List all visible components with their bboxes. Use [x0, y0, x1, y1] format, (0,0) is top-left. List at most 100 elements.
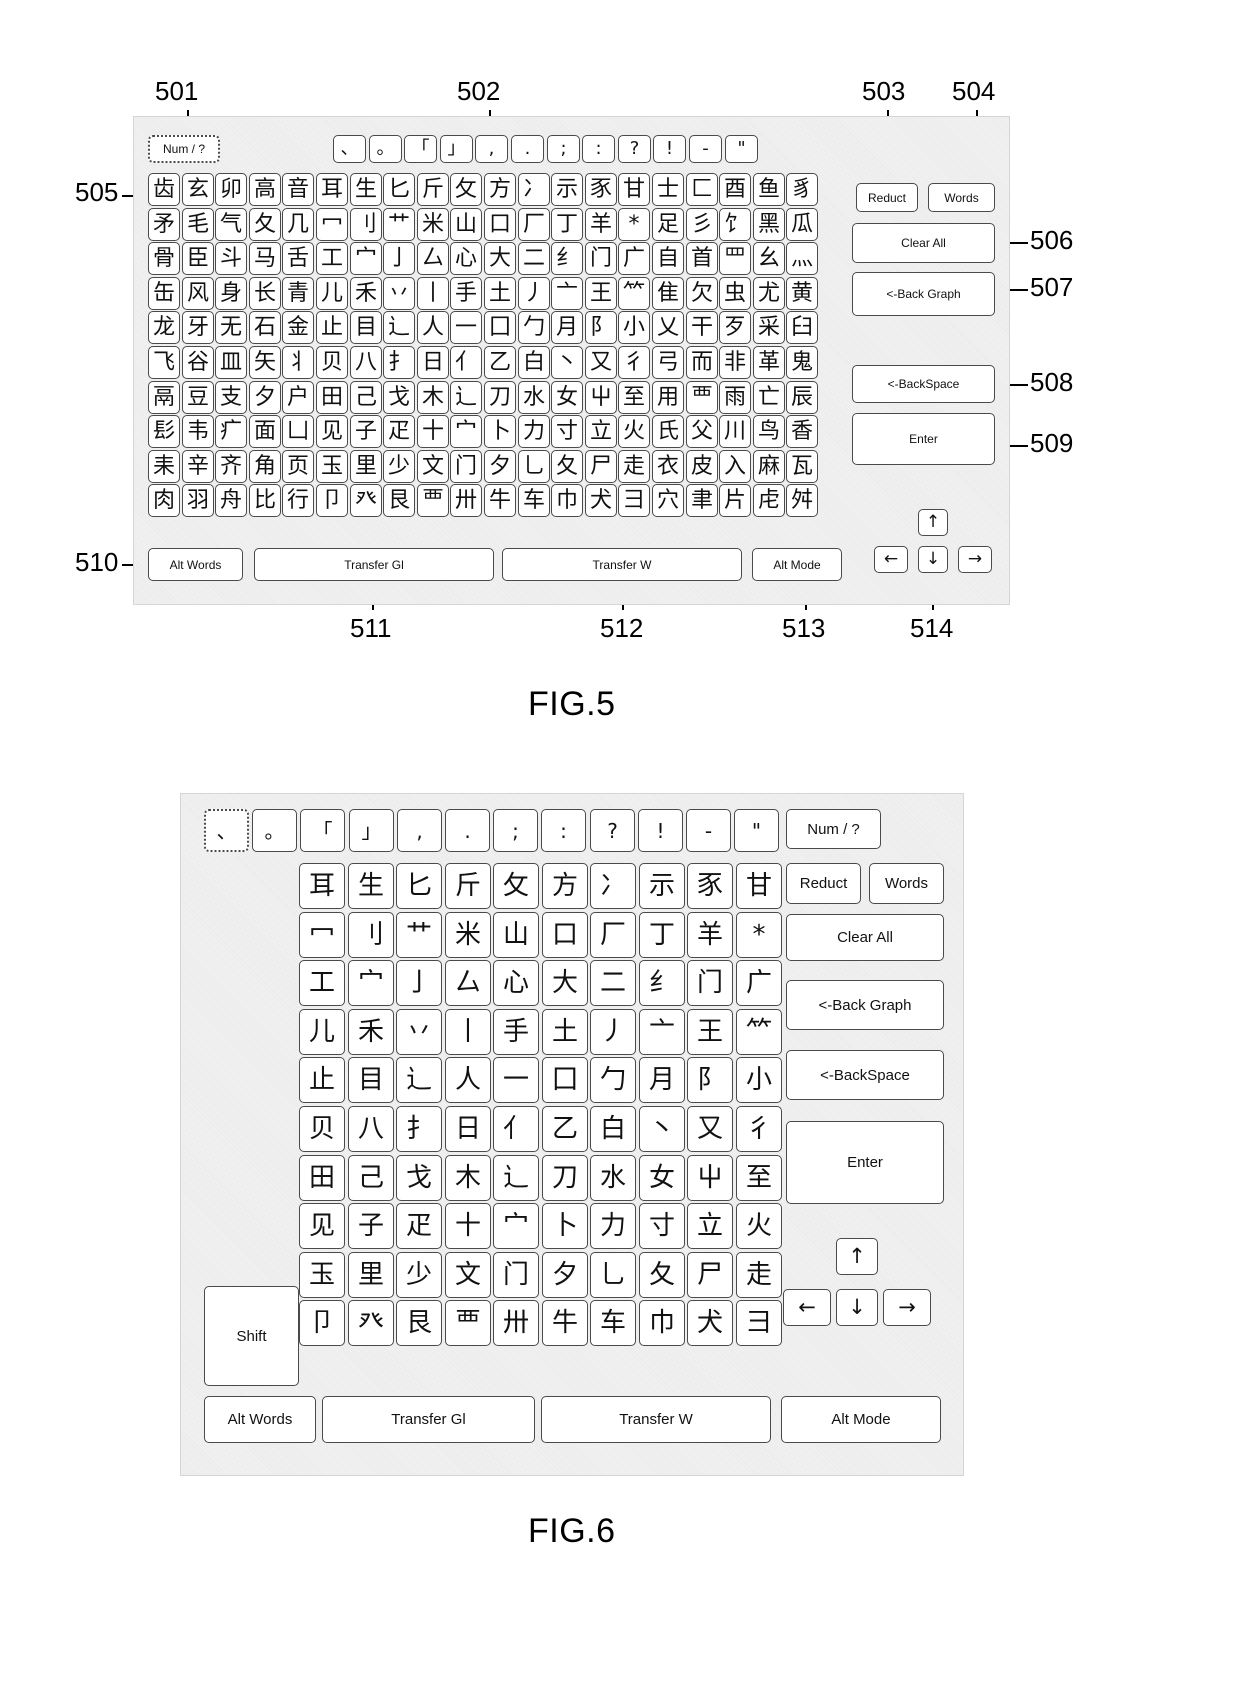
fig6-radical-key-r2-c5[interactable]: 大	[542, 960, 588, 1006]
radical-key-r7-c0[interactable]: 髟	[148, 415, 180, 448]
fig6-radical-key-r6-c8[interactable]: 屮	[687, 1155, 733, 1201]
reduct-button[interactable]: Reduct	[856, 183, 918, 212]
punctuation-key-0[interactable]: 、	[333, 135, 366, 163]
fig6-radical-key-r2-c9[interactable]: 广	[736, 960, 782, 1006]
radical-key-r8-c1[interactable]: 辛	[182, 450, 214, 483]
fig6-radical-key-r9-c1[interactable]: 癶	[348, 1300, 394, 1346]
fig6-radical-key-r7-c7[interactable]: 寸	[639, 1203, 685, 1249]
radical-key-r8-c9[interactable]: 门	[450, 450, 482, 483]
radical-key-r7-c14[interactable]: 火	[618, 415, 650, 448]
radical-key-r5-c9[interactable]: 亻	[450, 346, 482, 379]
fig6-punctuation-key-10[interactable]: -	[686, 809, 731, 852]
radical-key-r4-c18[interactable]: 采	[753, 311, 785, 344]
fig6-radical-key-r9-c8[interactable]: 犬	[687, 1300, 733, 1346]
radical-key-r4-c13[interactable]: 阝	[585, 311, 617, 344]
fig6-clear-all-button[interactable]: Clear All	[786, 914, 944, 961]
punctuation-key-11[interactable]: "	[725, 135, 758, 163]
fig6-radical-key-r9-c4[interactable]: 卅	[493, 1300, 539, 1346]
fig6-radical-key-r4-c9[interactable]: 小	[736, 1057, 782, 1103]
fig6-radical-key-r7-c0[interactable]: 见	[299, 1203, 345, 1249]
fig6-radical-key-r7-c4[interactable]: 宀	[493, 1203, 539, 1249]
radical-key-r3-c7[interactable]: 丷	[383, 277, 415, 310]
radical-key-r5-c4[interactable]: 丬	[282, 346, 314, 379]
radical-key-r9-c14[interactable]: 彐	[618, 484, 650, 517]
punctuation-key-7[interactable]: :	[582, 135, 615, 163]
radical-key-r4-c11[interactable]: 勹	[518, 311, 550, 344]
radical-key-r7-c5[interactable]: 见	[316, 415, 348, 448]
radical-key-r7-c15[interactable]: 氏	[652, 415, 684, 448]
fig6-radical-key-r4-c7[interactable]: 月	[639, 1057, 685, 1103]
radical-key-r0-c0[interactable]: 齿	[148, 173, 180, 206]
radical-key-r3-c18[interactable]: 尤	[753, 277, 785, 310]
punctuation-key-6[interactable]: ;	[547, 135, 580, 163]
fig6-radical-key-r5-c7[interactable]: 丶	[639, 1106, 685, 1152]
radical-key-r0-c9[interactable]: 攵	[450, 173, 482, 206]
fig6-punctuation-key-11[interactable]: "	[734, 809, 779, 852]
radical-key-r2-c11[interactable]: 二	[518, 242, 550, 275]
fig6-back-graph-button[interactable]: <-Back Graph	[786, 980, 944, 1030]
radical-key-r9-c0[interactable]: 肉	[148, 484, 180, 517]
radical-key-r8-c6[interactable]: 里	[350, 450, 382, 483]
fig6-radical-key-r4-c1[interactable]: 目	[348, 1057, 394, 1103]
radical-key-r2-c19[interactable]: 灬	[786, 242, 818, 275]
radical-key-r6-c15[interactable]: 用	[652, 381, 684, 414]
radical-key-r3-c17[interactable]: 虫	[719, 277, 751, 310]
radical-key-r7-c2[interactable]: 疒	[215, 415, 247, 448]
radical-key-r8-c18[interactable]: 麻	[753, 450, 785, 483]
radical-key-r1-c14[interactable]: *	[618, 208, 650, 241]
fig6-punctuation-key-4[interactable]: ,	[397, 809, 442, 852]
radical-key-r4-c12[interactable]: 月	[551, 311, 583, 344]
radical-key-r0-c8[interactable]: 斤	[417, 173, 449, 206]
fig6-radical-key-r3-c9[interactable]: 𥫗	[736, 1009, 782, 1055]
fig6-radical-key-r2-c7[interactable]: 纟	[639, 960, 685, 1006]
radical-key-r4-c8[interactable]: 人	[417, 311, 449, 344]
radical-key-r0-c14[interactable]: 甘	[618, 173, 650, 206]
radical-key-r8-c17[interactable]: 入	[719, 450, 751, 483]
fig6-transfer-gl-button[interactable]: Transfer Gl	[322, 1396, 535, 1443]
fig6-punctuation-key-5[interactable]: .	[445, 809, 490, 852]
radical-key-r9-c7[interactable]: 艮	[383, 484, 415, 517]
radical-key-r0-c2[interactable]: 卯	[215, 173, 247, 206]
punctuation-key-10[interactable]: -	[689, 135, 722, 163]
radical-key-r6-c5[interactable]: 田	[316, 381, 348, 414]
fig6-radical-key-r3-c6[interactable]: 丿	[590, 1009, 636, 1055]
alt-words-button[interactable]: Alt Words	[148, 548, 243, 581]
radical-key-r0-c17[interactable]: 酉	[719, 173, 751, 206]
radical-key-r7-c8[interactable]: 十	[417, 415, 449, 448]
punctuation-key-3[interactable]: 」	[440, 135, 473, 163]
fig6-radical-key-r5-c3[interactable]: 日	[445, 1106, 491, 1152]
radical-key-r0-c1[interactable]: 玄	[182, 173, 214, 206]
radical-key-r3-c0[interactable]: 缶	[148, 277, 180, 310]
radical-key-r7-c13[interactable]: 立	[585, 415, 617, 448]
radical-key-r5-c18[interactable]: 革	[753, 346, 785, 379]
radical-key-r5-c15[interactable]: 弓	[652, 346, 684, 379]
fig6-arrow-down-key[interactable]: ↓	[836, 1289, 878, 1326]
radical-key-r6-c12[interactable]: 女	[551, 381, 583, 414]
radical-key-r0-c18[interactable]: 鱼	[753, 173, 785, 206]
fig6-radical-key-r3-c2[interactable]: 丷	[396, 1009, 442, 1055]
radical-key-r8-c8[interactable]: 文	[417, 450, 449, 483]
fig6-radical-key-r8-c9[interactable]: 走	[736, 1252, 782, 1298]
fig6-radical-key-r2-c2[interactable]: 亅	[396, 960, 442, 1006]
radical-key-r0-c11[interactable]: 冫	[518, 173, 550, 206]
radical-key-r1-c7[interactable]: 艹	[383, 208, 415, 241]
fig6-radical-key-r8-c3[interactable]: 文	[445, 1252, 491, 1298]
radical-key-r1-c16[interactable]: 彡	[686, 208, 718, 241]
fig6-radical-key-r2-c3[interactable]: 厶	[445, 960, 491, 1006]
fig6-radical-key-r5-c0[interactable]: 贝	[299, 1106, 345, 1152]
radical-key-r4-c10[interactable]: 囗	[484, 311, 516, 344]
fig6-radical-key-r2-c0[interactable]: 工	[299, 960, 345, 1006]
fig6-punctuation-key-7[interactable]: :	[541, 809, 586, 852]
fig6-radical-key-r3-c4[interactable]: 手	[493, 1009, 539, 1055]
fig6-radical-key-r6-c0[interactable]: 田	[299, 1155, 345, 1201]
radical-key-r8-c19[interactable]: 瓦	[786, 450, 818, 483]
punctuation-key-4[interactable]: ,	[475, 135, 508, 163]
radical-key-r9-c3[interactable]: 比	[249, 484, 281, 517]
radical-key-r3-c8[interactable]: 丨	[417, 277, 449, 310]
fig6-radical-key-r6-c7[interactable]: 女	[639, 1155, 685, 1201]
radical-key-r2-c16[interactable]: 首	[686, 242, 718, 275]
radical-key-r2-c2[interactable]: 斗	[215, 242, 247, 275]
fig6-radical-key-r6-c4[interactable]: 辶	[493, 1155, 539, 1201]
radical-key-r1-c0[interactable]: 矛	[148, 208, 180, 241]
radical-key-r1-c15[interactable]: 足	[652, 208, 684, 241]
